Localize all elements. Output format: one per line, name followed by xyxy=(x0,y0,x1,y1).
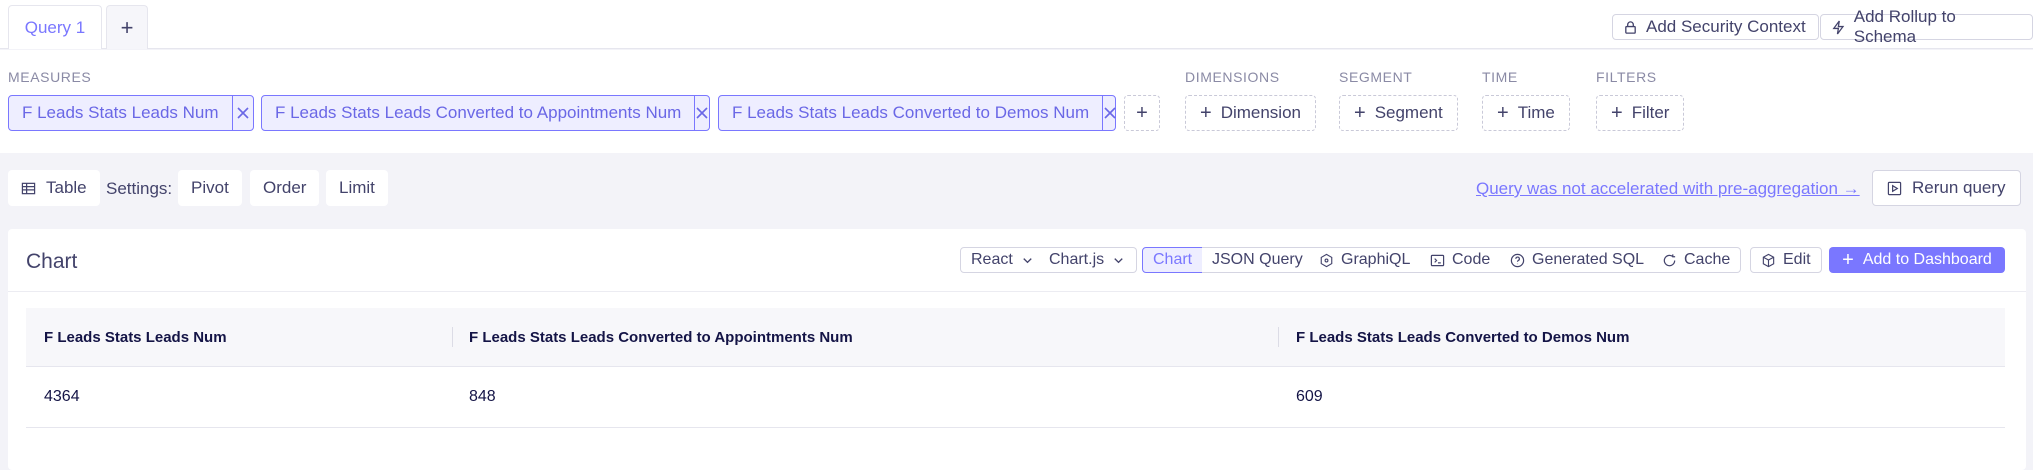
tab-query-1[interactable]: Query 1 xyxy=(8,5,102,49)
remove-measure-button[interactable] xyxy=(694,96,709,130)
card-title: Chart xyxy=(26,250,78,273)
graphql-icon xyxy=(1320,253,1333,267)
settings-label: Settings: xyxy=(106,179,173,198)
edit-button[interactable]: Edit xyxy=(1750,247,1822,273)
preaggregation-link[interactable]: Query was not accelerated with pre-aggre… xyxy=(1476,179,1860,199)
add-rollup-button[interactable]: Add Rollup to Schema xyxy=(1820,7,2033,46)
table-header xyxy=(26,308,2005,367)
column-separator xyxy=(452,327,453,347)
plus-icon: + xyxy=(1842,249,1854,271)
tab-label: Query 1 xyxy=(24,17,86,37)
dimensions-label: DIMENSIONS xyxy=(1185,69,1280,85)
plus-icon: + xyxy=(1497,102,1509,124)
plus-icon: + xyxy=(1354,102,1366,124)
cube-icon xyxy=(1762,253,1775,267)
add-security-context-button[interactable]: Add Security Context xyxy=(1612,14,1819,40)
chevron-down-icon xyxy=(1023,257,1032,263)
close-icon xyxy=(1104,107,1116,119)
close-icon xyxy=(696,107,708,119)
table-view-button[interactable]: Table xyxy=(8,170,100,206)
plus-icon: + xyxy=(1200,102,1212,124)
column-header[interactable]: F Leads Stats Leads Converted to Appoint… xyxy=(469,329,853,346)
measure-pill[interactable]: F Leads Stats Leads Converted to Demos N… xyxy=(718,95,1116,131)
help-circle-icon xyxy=(1510,253,1525,267)
tab-generated-sql[interactable]: Generated SQL xyxy=(1500,247,1656,273)
play-icon xyxy=(1887,181,1902,195)
framework-select[interactable]: React xyxy=(960,247,1046,273)
code-icon xyxy=(1430,254,1445,266)
filters-label: FILTERS xyxy=(1596,69,1657,85)
time-label: TIME xyxy=(1482,69,1518,85)
add-filter-button[interactable]: + Filter xyxy=(1596,95,1685,131)
lightning-icon xyxy=(1832,20,1845,34)
add-tab-button[interactable]: + xyxy=(106,5,148,49)
column-header[interactable]: F Leads Stats Leads Converted to Demos N… xyxy=(1296,329,1629,346)
chevron-down-icon xyxy=(1114,257,1123,263)
measures-label: MEASURES xyxy=(8,69,92,85)
tab-cache[interactable]: Cache xyxy=(1652,247,1742,273)
lock-icon xyxy=(1625,20,1636,34)
remove-measure-button[interactable] xyxy=(1102,96,1117,130)
tab-graphiql[interactable]: GraphiQL xyxy=(1309,247,1422,273)
measure-pill-label: F Leads Stats Leads Converted to Demos N… xyxy=(732,103,1090,122)
tab-json-query[interactable]: JSON Query xyxy=(1202,247,1314,273)
measure-pill-label: F Leads Stats Leads Converted to Appoint… xyxy=(275,103,682,122)
card-divider xyxy=(8,291,2026,292)
table-icon xyxy=(21,182,36,194)
limit-button[interactable]: Limit xyxy=(326,170,388,206)
add-measure-button[interactable]: + xyxy=(1124,95,1160,131)
add-to-dashboard-button[interactable]: + Add to Dashboard xyxy=(1829,247,2005,273)
measure-pill[interactable]: F Leads Stats Leads Num xyxy=(8,95,254,131)
measure-pill[interactable]: F Leads Stats Leads Converted to Appoint… xyxy=(261,95,710,131)
measure-pill-label: F Leads Stats Leads Num xyxy=(22,103,219,122)
segment-label: SEGMENT xyxy=(1339,69,1413,85)
pivot-button[interactable]: Pivot xyxy=(178,170,242,206)
close-icon xyxy=(237,107,249,119)
table-cell: 848 xyxy=(469,388,496,405)
table-cell: 4364 xyxy=(44,388,80,405)
chart-library-select[interactable]: Chart.js xyxy=(1039,247,1138,273)
table-row xyxy=(26,427,2005,428)
remove-measure-button[interactable] xyxy=(231,96,253,130)
tab-code[interactable]: Code xyxy=(1420,247,1502,273)
plus-icon: + xyxy=(1611,102,1623,124)
add-segment-button[interactable]: + Segment xyxy=(1339,95,1458,131)
table-cell: 609 xyxy=(1296,388,1323,405)
column-header[interactable]: F Leads Stats Leads Num xyxy=(44,329,227,346)
rerun-query-button[interactable]: Rerun query xyxy=(1872,170,2021,206)
add-dimension-button[interactable]: + Dimension xyxy=(1185,95,1316,131)
column-separator xyxy=(1278,327,1279,347)
order-button[interactable]: Order xyxy=(250,170,320,206)
add-time-button[interactable]: + Time xyxy=(1482,95,1570,131)
refresh-icon xyxy=(1663,253,1676,266)
tab-chart[interactable]: Chart xyxy=(1142,247,1204,273)
